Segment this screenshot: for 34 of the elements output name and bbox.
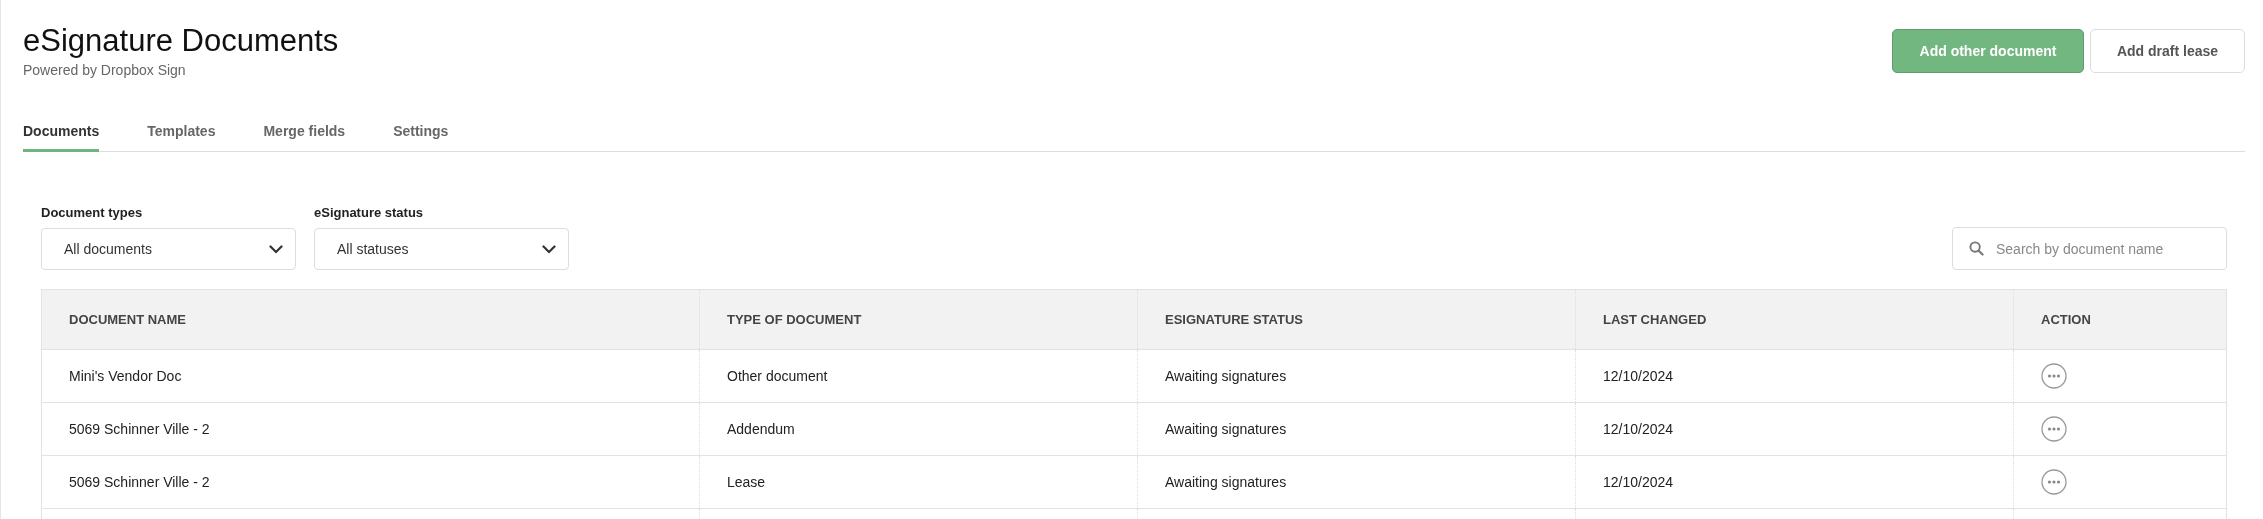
tab[interactable]: Documents	[23, 123, 100, 152]
table-cell: 12/10/2024	[1575, 402, 2014, 456]
search-field[interactable]: Search by document name	[1952, 227, 2227, 270]
column-header: ACTION	[2013, 289, 2227, 350]
column-header: TYPE OF DOCUMENT	[699, 289, 1138, 350]
table-cell: Awaiting signatures	[1137, 455, 1576, 509]
filter-label: Document types	[41, 205, 144, 220]
page-title: eSignature Documents	[23, 22, 339, 60]
table-cell: Awaiting signatures	[1137, 402, 1576, 456]
tab[interactable]: Merge fields	[263, 123, 346, 152]
table-cell: Other document	[699, 349, 1138, 403]
dropdown[interactable]: All statuses	[314, 228, 569, 270]
table-cell: 12/10/2024	[1575, 455, 2014, 509]
column-header: DOCUMENT NAME	[41, 289, 700, 350]
chevron-down-icon	[542, 244, 556, 254]
chevron-down-icon	[269, 244, 283, 254]
table-cell: 5069 Schinner Ville - 2	[41, 402, 700, 456]
more-actions-button[interactable]	[2041, 469, 2067, 495]
table-cell: Addendum	[699, 402, 1138, 456]
table-cell: Lease	[699, 455, 1138, 509]
filter-label: eSignature status	[314, 205, 425, 220]
table-cell: 12/10/2024	[1575, 349, 2014, 403]
dropdown[interactable]: All documents	[41, 228, 296, 270]
tab[interactable]: Templates	[147, 123, 216, 152]
table-cell: 5069 Schinner Ville - 2	[41, 455, 700, 509]
table-cell: Awaiting signatures	[1137, 349, 1576, 403]
add-lease-button[interactable]: Add draft lease	[2090, 29, 2245, 73]
tab[interactable]: Settings	[393, 123, 449, 152]
column-header: ESIGNATURE STATUS	[1137, 289, 1576, 350]
column-header: LAST CHANGED	[1575, 289, 2014, 350]
table-cell: Mini's Vendor Doc	[41, 349, 700, 403]
page-subtitle: Powered by Dropbox Sign	[23, 62, 187, 78]
more-actions-button[interactable]	[2041, 363, 2067, 389]
more-actions-button[interactable]	[2041, 416, 2067, 442]
